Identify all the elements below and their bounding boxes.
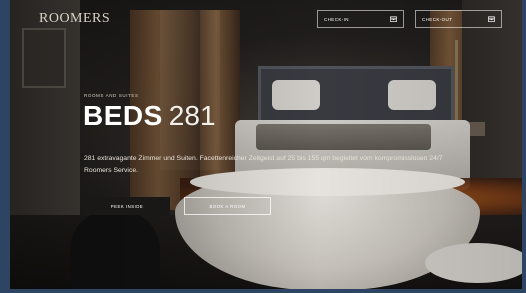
check-out-field[interactable]: CHECK-OUT	[415, 10, 502, 28]
hero-overlay	[10, 0, 522, 289]
hero-description: 281 extravagante Zimmer und Suiten. Face…	[84, 155, 443, 174]
section-eyebrow: ROOMS AND SUITES	[84, 93, 139, 98]
book-room-button[interactable]: BOOK A ROOM	[184, 197, 271, 215]
peek-inside-button[interactable]: PEEK INSIDE	[84, 197, 170, 215]
check-in-field[interactable]: CHECK-IN	[317, 10, 404, 28]
calendar-icon	[488, 16, 495, 22]
page-title: BEDS 281	[83, 99, 216, 133]
title-number: 281	[168, 100, 216, 131]
check-in-label: CHECK-IN	[324, 16, 349, 22]
title-strong: BEDS	[83, 100, 163, 131]
brand-logo[interactable]: ROOMERS	[39, 11, 110, 27]
calendar-icon	[390, 16, 397, 22]
check-out-label: CHECK-OUT	[422, 16, 453, 22]
hero-section: ROOMERS CHECK-IN CHECK-OUT W ROOMS AND S…	[10, 0, 522, 289]
